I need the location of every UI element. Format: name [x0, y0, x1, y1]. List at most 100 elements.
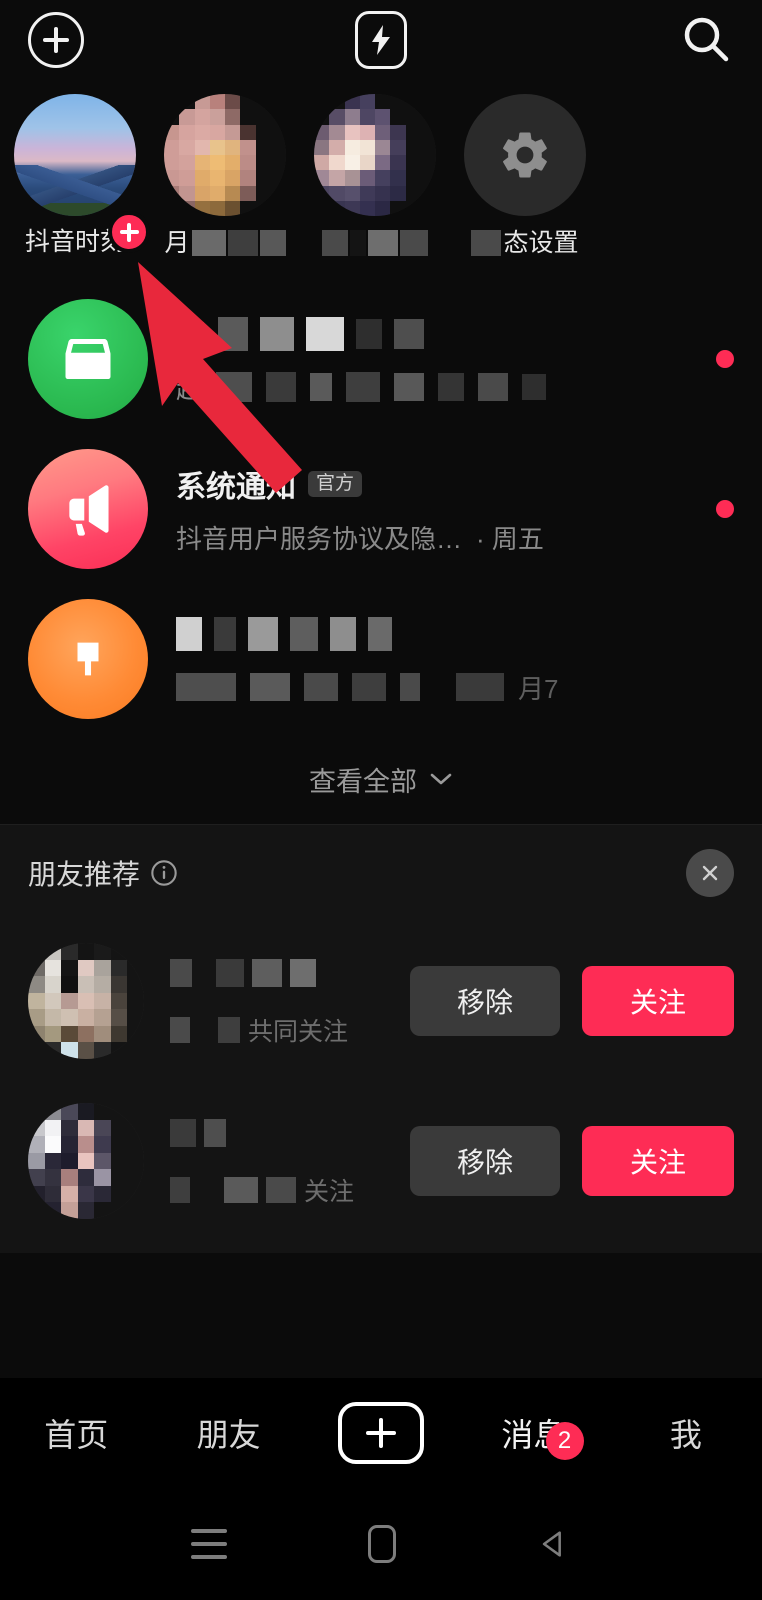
tab-messages[interactable]: 消息 2	[457, 1410, 609, 1460]
story-avatar-landscape[interactable]	[14, 94, 136, 216]
mosaic-cell	[164, 139, 180, 155]
mosaic-cell	[359, 139, 375, 155]
mosaic-cell	[209, 139, 225, 155]
tab-home[interactable]: 首页	[0, 1410, 152, 1456]
mosaic-cell	[94, 943, 111, 960]
mosaic-cell	[61, 1042, 78, 1059]
tab-friends[interactable]: 朋友	[152, 1410, 304, 1456]
mosaic-cell	[179, 155, 195, 171]
mosaic-cell	[390, 200, 406, 216]
story-item-2[interactable]: 月	[150, 94, 300, 256]
recommendation-row[interactable]: 共同关注 移除 关注	[0, 921, 762, 1081]
mosaic-cell	[344, 155, 360, 171]
remove-button[interactable]: 移除	[410, 1126, 560, 1196]
recommendation-avatar[interactable]	[28, 943, 144, 1059]
mosaic-cell	[359, 124, 375, 140]
unread-dot	[716, 350, 734, 368]
blur-block	[352, 673, 386, 701]
story-add-badge-icon[interactable]	[108, 211, 150, 253]
lightning-bolt-icon	[355, 11, 407, 69]
mosaic-cell	[179, 200, 195, 216]
mosaic-cell	[127, 1136, 144, 1153]
flash-chat-button[interactable]	[355, 11, 407, 69]
top-bar	[0, 0, 762, 80]
mosaic-cell	[329, 155, 345, 171]
blur-block	[290, 617, 318, 651]
message-subtitle-row: 抖音用户服务协议及隐… · 周五	[176, 520, 706, 554]
mosaic-cell	[225, 185, 241, 201]
mosaic-cell	[359, 94, 375, 110]
mosaic-cell	[77, 1025, 95, 1043]
view-all-label: 查看全部	[309, 766, 417, 797]
story-item-settings[interactable]: 态设置	[450, 94, 600, 256]
message-row[interactable]: 月7	[0, 584, 762, 734]
message-row[interactable]: 服 超	[0, 284, 762, 434]
mosaic-cell	[270, 139, 286, 155]
info-circle-icon[interactable]	[150, 859, 178, 887]
follow-button[interactable]: 关注	[582, 1126, 734, 1196]
recommendation-avatar[interactable]	[28, 1103, 144, 1219]
mosaic-cell	[270, 170, 286, 186]
home-icon[interactable]	[367, 1525, 396, 1563]
mosaic-cell	[420, 155, 436, 171]
follow-button[interactable]: 关注	[582, 966, 734, 1036]
mosaic-cell	[329, 200, 345, 216]
mosaic-cell	[94, 1025, 111, 1043]
mosaic-cell	[127, 1119, 144, 1137]
mosaic-cell	[344, 139, 360, 155]
mosaic-cell	[329, 170, 345, 186]
back-icon[interactable]	[537, 1527, 571, 1561]
mosaic-cell	[179, 139, 195, 155]
mosaic-cell	[127, 992, 144, 1010]
story-item-3[interactable]	[300, 94, 450, 256]
story-avatar-blurred[interactable]	[164, 94, 286, 216]
mosaic-cell	[77, 1169, 95, 1186]
mosaic-cell	[44, 1042, 62, 1059]
mosaic-cell	[110, 1136, 128, 1153]
mosaic-cell	[270, 155, 286, 171]
mosaic-cell	[44, 992, 62, 1010]
mosaic-cell	[209, 185, 225, 201]
blur-block	[356, 319, 382, 349]
mosaic-cell	[225, 155, 241, 171]
blur-block	[350, 230, 366, 256]
blur-block	[218, 317, 248, 351]
mosaic-cell	[61, 1009, 78, 1026]
mosaic-cell	[209, 170, 225, 186]
search-button[interactable]	[678, 12, 734, 68]
story-avatar-settings[interactable]	[464, 94, 586, 216]
message-row[interactable]: 系统通知 官方 抖音用户服务协议及隐… · 周五	[0, 434, 762, 584]
mosaic-cell	[28, 943, 45, 960]
mosaic-cell	[28, 1185, 45, 1203]
blur-block	[260, 317, 294, 351]
mosaic-cell	[405, 170, 421, 186]
blur-block	[259, 230, 286, 256]
remove-button[interactable]: 移除	[410, 966, 560, 1036]
mosaic-cell	[164, 155, 180, 171]
mosaic-cell	[344, 109, 360, 125]
mosaic-cell	[209, 109, 225, 125]
mosaic-cell	[179, 94, 195, 110]
tab-create[interactable]	[305, 1402, 457, 1464]
mosaic-cell	[77, 943, 95, 960]
mosaic-cell	[61, 1103, 78, 1120]
view-all-button[interactable]: 查看全部	[0, 734, 762, 824]
recommendation-row[interactable]: 关注 移除 关注	[0, 1081, 762, 1241]
add-friend-button[interactable]	[28, 12, 84, 68]
mosaic-cell	[405, 200, 421, 216]
mosaic-cell	[28, 1202, 45, 1219]
mosaic-cell	[94, 1119, 111, 1137]
mosaic-cell	[390, 124, 406, 140]
close-recommendation-button[interactable]	[686, 849, 734, 897]
mosaic-cell	[240, 155, 256, 171]
blur-block	[252, 959, 282, 987]
mosaic-cell	[94, 1185, 111, 1203]
bottom-tab-bar: 首页 朋友 消息 2 我	[0, 1378, 762, 1488]
mosaic-cell	[127, 976, 144, 993]
blur-block	[346, 372, 381, 402]
tab-profile[interactable]: 我	[610, 1410, 762, 1456]
recents-icon[interactable]	[190, 1529, 227, 1559]
mosaic-cell	[390, 185, 406, 201]
story-item-douyin-moment[interactable]: 抖音时刻	[0, 94, 150, 255]
story-avatar-blurred[interactable]	[314, 94, 436, 216]
